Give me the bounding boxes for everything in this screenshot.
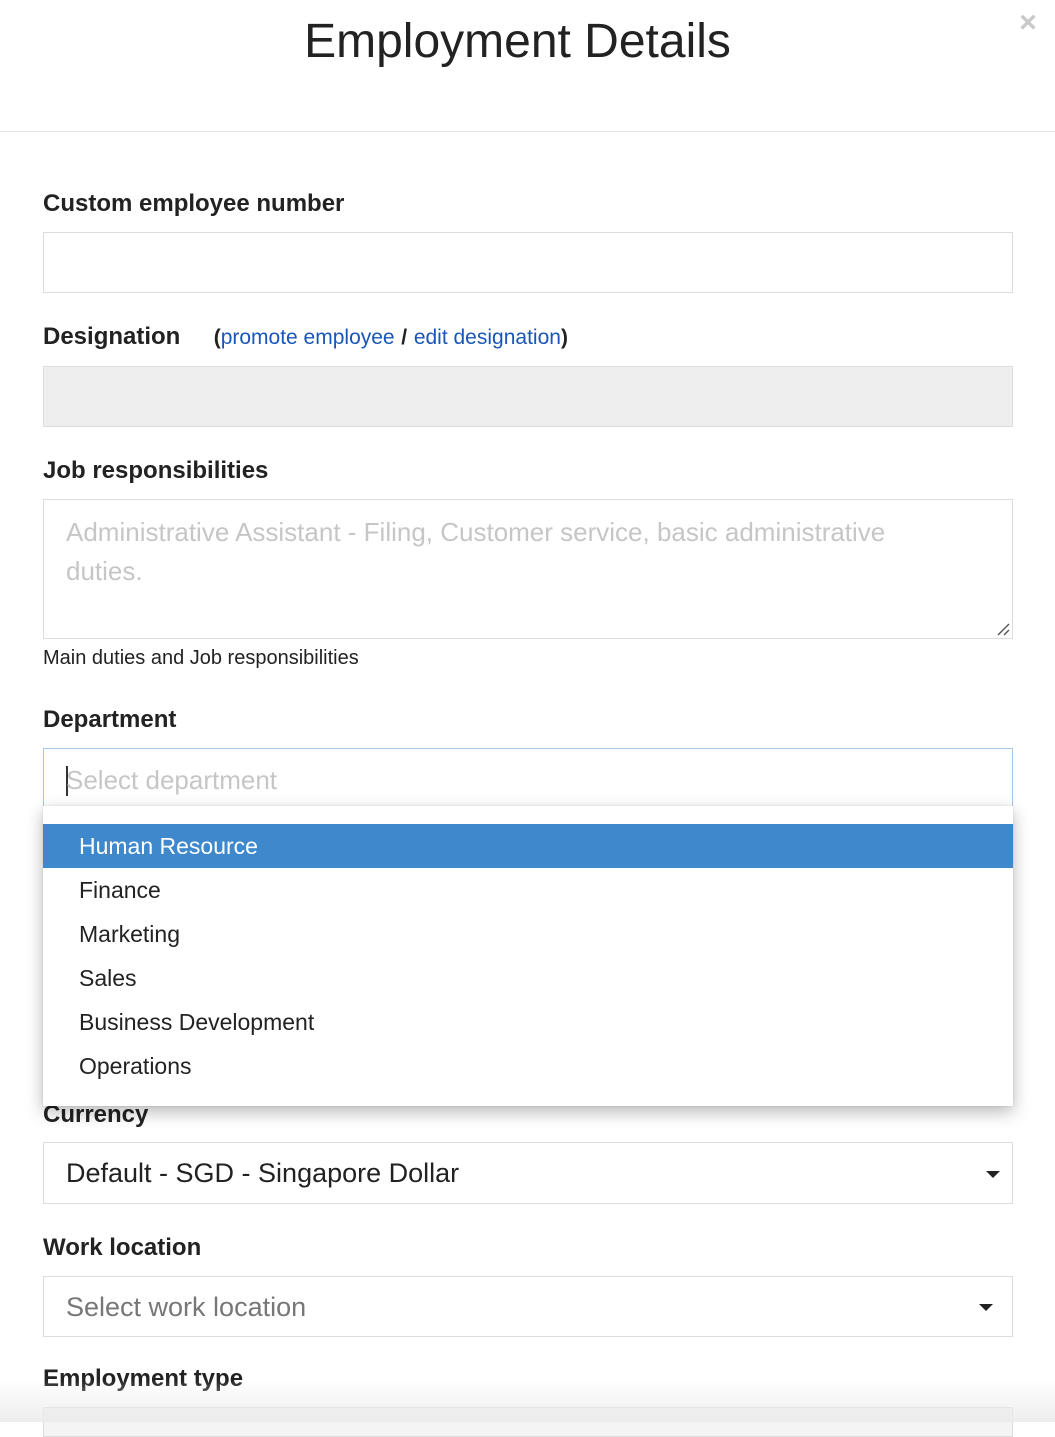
designation-close-paren: ) bbox=[560, 326, 568, 349]
department-search-input[interactable]: Select department bbox=[43, 748, 1013, 806]
modal-title: Employment Details bbox=[304, 15, 731, 68]
job-responsibilities-help: Main duties and Job responsibilities bbox=[43, 647, 359, 669]
department-option-human-resource[interactable]: Human Resource bbox=[43, 824, 1013, 868]
resize-handle-icon[interactable] bbox=[996, 622, 1010, 636]
currency-value: Default - SGD - Singapore Dollar bbox=[66, 1158, 460, 1188]
department-placeholder: Select department bbox=[66, 765, 278, 795]
custom-employee-number-input[interactable] bbox=[43, 232, 1013, 293]
caret-down-icon bbox=[979, 1304, 993, 1311]
designation-open-paren: ( bbox=[213, 326, 221, 349]
designation-separator: / bbox=[401, 326, 408, 349]
custom-employee-number-label: Custom employee number bbox=[43, 190, 345, 217]
employment-type-label: Employment type bbox=[43, 1365, 244, 1392]
job-responsibilities-textarea[interactable]: Administrative Assistant - Filing, Custo… bbox=[43, 499, 1013, 639]
department-option-sales[interactable]: Sales bbox=[43, 956, 1013, 1000]
modal-header: Employment Details × bbox=[0, 0, 1055, 132]
department-option-business-development[interactable]: Business Development bbox=[43, 1000, 1013, 1044]
designation-label-row: Designation (promote employee / edit des… bbox=[43, 323, 568, 352]
work-location-placeholder: Select work location bbox=[66, 1292, 307, 1322]
job-responsibilities-label: Job responsibilities bbox=[43, 457, 269, 484]
designation-label: Designation bbox=[43, 323, 181, 350]
department-label: Department bbox=[43, 706, 177, 733]
work-location-select[interactable]: Select work location bbox=[43, 1276, 1013, 1337]
caret-down-icon bbox=[986, 1171, 1000, 1178]
job-responsibilities-placeholder: Administrative Assistant - Filing, Custo… bbox=[66, 517, 886, 586]
close-icon[interactable]: × bbox=[1017, 8, 1039, 38]
currency-select[interactable]: Default - SGD - Singapore Dollar bbox=[43, 1142, 1013, 1204]
employment-type-select[interactable] bbox=[43, 1407, 1013, 1437]
department-option-finance[interactable]: Finance bbox=[43, 868, 1013, 912]
edit-designation-link[interactable]: edit designation bbox=[414, 326, 561, 349]
department-option-operations[interactable]: Operations bbox=[43, 1044, 1013, 1088]
designation-input bbox=[43, 366, 1013, 427]
department-option-marketing[interactable]: Marketing bbox=[43, 912, 1013, 956]
work-location-label: Work location bbox=[43, 1234, 202, 1261]
promote-employee-link[interactable]: promote employee bbox=[221, 326, 395, 349]
department-dropdown-menu: Human Resource Finance Marketing Sales B… bbox=[43, 806, 1013, 1106]
